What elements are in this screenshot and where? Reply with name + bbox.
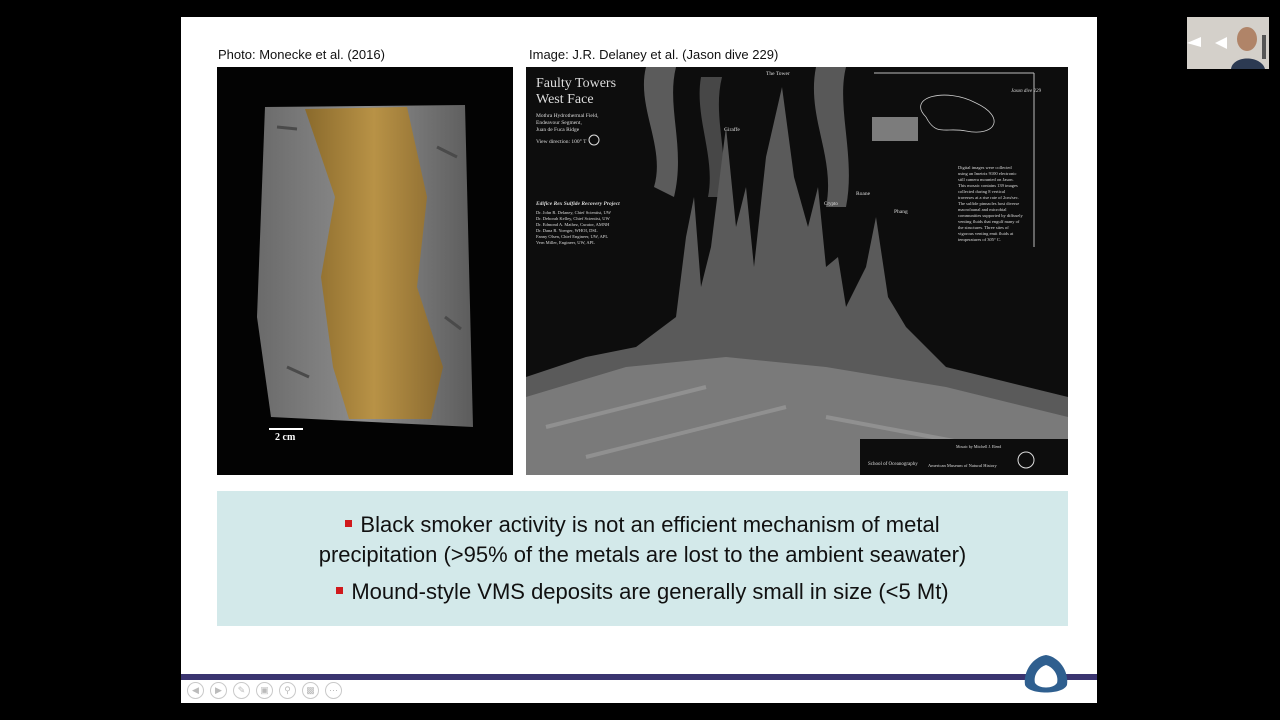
svg-text:Digital images were collected: Digital images were collected [958,165,1012,170]
location-line: Juan de Fuca Ridge [536,127,580,133]
chimney-mosaic-image: Faulty Towers West Face Mothra Hydrother… [526,67,1068,475]
subtitle-icon[interactable]: ▩ [302,682,319,699]
svg-text:vigorous venting emit fluids a: vigorous venting emit fluids at [958,231,1014,236]
dive-label: Jason dive 229 [1011,89,1041,94]
mosaic-title-line2: West Face [536,92,594,107]
tower-label: Roane [856,191,871,197]
bullet-2: Mound-style VMS deposits are generally s… [217,577,1068,607]
svg-text:temperatures of 305° C.: temperatures of 305° C. [958,237,1001,242]
svg-text:communities supported by diffu: communities supported by diffusely [958,213,1024,218]
school-logo-text: School of Oceanography [868,462,918,467]
right-image-caption: Image: J.R. Delaney et al. (Jason dive 2… [529,47,779,62]
svg-text:still camera mounted on Jason.: still camera mounted on Jason. [958,177,1014,182]
bullet-1-line2: precipitation (>95% of the metals are lo… [318,542,967,567]
svg-text:the structures. Three sites of: the structures. Three sites of [958,225,1009,230]
svg-text:collected during 8 vertical: collected during 8 vertical [958,189,1006,194]
tower-label: The Tower [766,71,790,77]
scale-bar-label: 2 cm [275,432,296,443]
project-title: Edifice Rex Sulfide Recovery Project [535,201,620,207]
tower-label: Phang [894,209,908,215]
rov-inset-photo [872,117,918,141]
bullet-square-icon [345,519,353,527]
rock-sample-photo: 2 cm [217,67,513,475]
view-direction: View direction: 100° T [536,138,587,145]
svg-text:using an Imetrix 9100 electron: using an Imetrix 9100 electronic [958,171,1016,176]
chimney-mosaic-illustration: Faulty Towers West Face Mothra Hydrother… [526,67,1068,475]
zoom-icon[interactable]: ⚲ [279,682,296,699]
slides-icon[interactable]: ▣ [256,682,273,699]
svg-text:macrofaunal and microbial: macrofaunal and microbial [958,207,1007,212]
institution-logo [1019,651,1073,703]
tower-label: Giraffe [724,126,740,133]
mosaic-credit: Mosaic by Mitchell J. Elend [956,444,1001,449]
rock-slab-illustration: 2 cm [257,105,473,443]
back-icon[interactable]: ◀ [187,682,204,699]
svg-text:venting fluids that engulf man: venting fluids that engulf many of [958,219,1020,224]
presentation-slide: Photo: Monecke et al. (2016) Image: J.R.… [181,17,1097,703]
more-icon[interactable]: ⋯ [325,682,342,699]
svg-text:traverses at a rise rate of 2c: traverses at a rise rate of 2cm/sec. [958,195,1019,200]
bullet-1-line1: Black smoker activity is not an efficien… [217,510,1068,540]
bullet-square-icon [336,586,344,594]
svg-text:The sulfide pinnacles host div: The sulfide pinnacles host diverse [958,201,1019,206]
pen-icon[interactable]: ✎ [233,682,250,699]
key-points-callout: Black smoker activity is not an efficien… [217,491,1068,626]
svg-text:This mosaic contains 139 image: This mosaic contains 139 images [958,183,1018,188]
left-photo-caption: Photo: Monecke et al. (2016) [218,47,385,62]
slideshow-controls: ◀ ▶ ✎ ▣ ⚲ ▩ ⋯ [187,682,342,699]
location-line: Endeavour Segment, [536,120,582,126]
forward-icon[interactable]: ▶ [210,682,227,699]
location-line: Mothra Hydrothermal Field, [536,113,599,119]
mosaic-title-line1: Faulty Towers [536,76,616,91]
bottom-accent-bar [181,674,1097,680]
tower-label: Crypto [824,202,838,207]
museum-logo-text: American Museum of Natural History [928,463,997,468]
presenter-webcam-thumbnail[interactable] [1187,17,1269,69]
